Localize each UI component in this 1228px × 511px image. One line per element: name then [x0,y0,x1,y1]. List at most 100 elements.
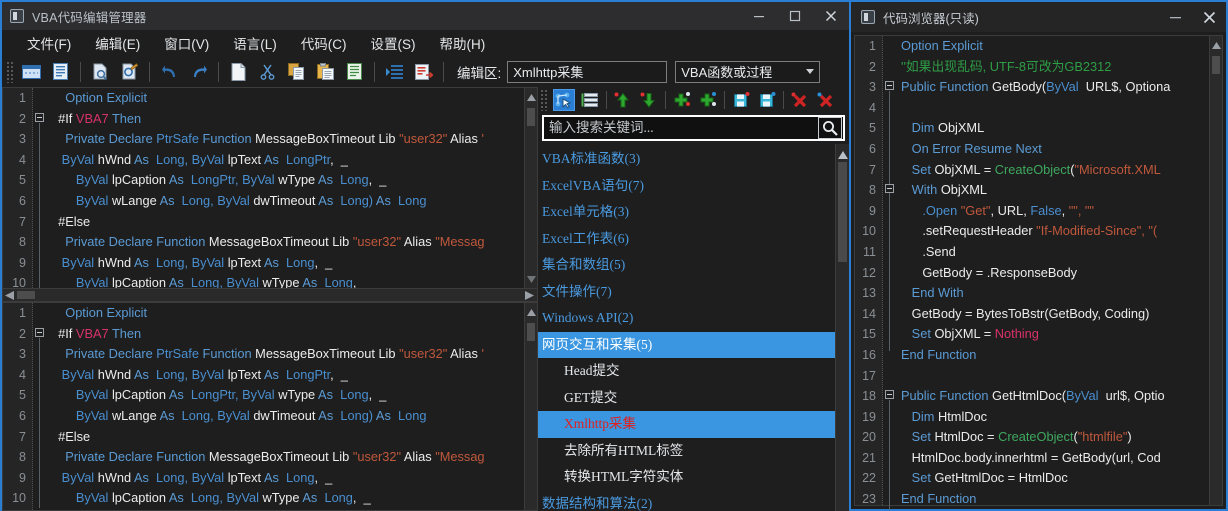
tree-category[interactable]: 文件操作(7) [538,279,835,306]
code-line[interactable]: End With [897,283,1209,304]
menu-settings[interactable]: 设置(S) [360,30,427,56]
tree-category[interactable]: Windows API(2) [538,305,835,332]
edit-doc-icon[interactable] [118,60,141,83]
fold-column-top[interactable] [33,88,47,288]
search-box[interactable] [542,115,845,141]
select-node-icon[interactable] [553,89,575,111]
code-line[interactable]: End Function [897,345,1209,366]
code-line[interactable]: ByVal wLange As Long, ByVal dwTimeout As… [47,191,524,212]
tree-category[interactable]: VBA标准函数(3) [538,146,835,173]
delete-all-icon[interactable] [815,89,837,111]
code-line[interactable]: Private Declare PtrSafe Function Message… [47,129,524,150]
code-line[interactable]: #If VBA7 Then [47,109,524,130]
scrollbar-thumb[interactable] [838,162,847,262]
code-line[interactable]: HtmlDoc.body.innerhtml = GetBody(url, Co… [897,448,1209,469]
code-line[interactable]: Set ObjXML = Nothing [897,324,1209,345]
minimize-button[interactable] [741,2,777,30]
fold-column-bottom[interactable] [33,303,47,510]
code-text-top[interactable]: Option Explicit #If VBA7 Then Private De… [47,88,524,288]
search-input[interactable] [544,117,818,139]
list-lines-icon[interactable] [579,89,601,111]
viewer-scrollbar[interactable] [1209,36,1222,505]
tree-scrollbar[interactable] [835,144,849,511]
vertical-scrollbar-bottom[interactable] [524,303,537,510]
code-text-bottom[interactable]: Option Explicit #If VBA7 Then Private De… [47,303,524,510]
code-line[interactable]: .Open "Get", URL, False, "", "" [897,201,1209,222]
code-line[interactable]: ByVal lpCaption As LongPtr, ByVal wType … [47,170,524,191]
code-line[interactable] [897,366,1209,387]
copy-icon[interactable] [285,60,308,83]
tree-category[interactable]: 数据结构和算法(2) [538,491,835,511]
code-line[interactable]: Private Declare PtrSafe Function Message… [47,344,524,365]
tree-category[interactable]: 网页交互和采集(5) [538,331,835,358]
code-line[interactable]: ByVal hWnd As Long, ByVal lpText As Long… [47,365,524,386]
viewer-code-text[interactable]: Option Explicit ''如果出现乱码, UTF-8可改为GB2312 P… [897,36,1209,505]
fold-toggle-icon[interactable] [35,328,44,337]
code-line[interactable]: Public Function GetHtmlDoc(ByVal url$, O… [897,386,1209,407]
scroll-up-icon[interactable] [1210,38,1223,52]
find-doc-icon[interactable] [89,60,112,83]
code-line[interactable]: GetBody = .ResponseBody [897,263,1209,284]
code-line[interactable]: .setRequestHeader "If-Modified-Since", "… [897,221,1209,242]
viewer-minimize-button[interactable] [1158,2,1192,32]
toolbar-grip[interactable] [6,60,14,83]
menu-file[interactable]: 文件(F) [16,30,82,56]
add-node-icon[interactable] [671,89,693,111]
search-button[interactable] [818,117,842,139]
code-line[interactable]: On Error Resume Next [897,139,1209,160]
scrollbar-thumb[interactable] [1212,56,1220,74]
move-up-icon[interactable] [612,89,634,111]
maximize-button[interactable] [777,2,813,30]
add-child-icon[interactable] [697,89,719,111]
code-line[interactable]: Option Explicit [47,88,524,109]
code-line[interactable]: Set ObjXML = CreateObject("Microsoft.XML [897,160,1209,181]
move-down-icon[interactable] [638,89,660,111]
viewer-close-button[interactable] [1192,2,1226,32]
menu-language[interactable]: 语言(L) [222,30,288,56]
code-line[interactable]: Public Function GetBody(ByVal URL$, Opti… [897,77,1209,98]
new-file-icon[interactable] [227,60,250,83]
code-line[interactable] [897,98,1209,119]
scroll-up-icon[interactable] [525,90,537,104]
scroll-down-icon[interactable] [525,272,537,286]
fold-toggle-icon[interactable] [885,390,894,399]
code-line[interactable]: Dim ObjXML [897,118,1209,139]
save-node-icon[interactable] [730,89,752,111]
scrollbar-thumb[interactable] [527,323,535,341]
code-line[interactable]: Option Explicit [897,36,1209,57]
close-button[interactable] [813,2,849,30]
scrollbar-thumb[interactable] [17,291,35,299]
code-line[interactable]: ByVal hWnd As Long, ByVal lpText As Long… [47,150,524,171]
code-line[interactable]: GetBody = BytesToBstr(GetBody, Coding) [897,304,1209,325]
scrollbar-thumb[interactable] [527,108,535,126]
code-line[interactable]: ByVal wLange As Long, ByVal dwTimeout As… [47,406,524,427]
fold-toggle-icon[interactable] [885,184,894,193]
viewer-fold-column[interactable] [883,36,897,510]
code-line[interactable]: #If VBA7 Then [47,324,524,345]
undo-icon[interactable] [158,60,181,83]
cut-icon[interactable] [256,60,279,83]
fold-toggle-icon[interactable] [35,113,44,122]
list-icon[interactable] [49,60,72,83]
export-icon[interactable] [412,60,435,83]
code-line[interactable]: Dim HtmlDoc [897,407,1209,428]
code-line[interactable]: Set HtmlDoc = CreateObject("htmlfile") [897,427,1209,448]
menu-help[interactable]: 帮助(H) [429,30,497,56]
code-line[interactable]: ByVal lpCaption As Long, ByVal wType As … [47,488,524,509]
tree-item[interactable]: Head提交 [538,358,835,385]
tree-toolbar-grip[interactable] [540,89,548,111]
fold-toggle-icon[interactable] [885,81,894,90]
code-line[interactable]: With ObjXML [897,180,1209,201]
edit-area-input[interactable] [507,60,668,83]
code-line[interactable]: ByVal lpCaption As LongPtr, ByVal wType … [47,385,524,406]
code-editor-top[interactable]: 1 2 3 4 5 6 7 8 9 10 Option Explicit #If VBA7 The… [2,87,538,302]
tree-category[interactable]: 集合和数组(5) [538,252,835,279]
save-all-icon[interactable] [756,89,778,111]
redo-icon[interactable] [187,60,210,83]
code-line[interactable]: Set GetHtmlDoc = HtmlDoc [897,468,1209,489]
tree-item[interactable]: 转换HTML字符实体 [538,464,835,491]
tree-category[interactable]: ExcelVBA语句(7) [538,173,835,200]
tree-category[interactable]: Excel单元格(3) [538,199,835,226]
tree-item[interactable]: 去除所有HTML标签 [538,438,835,465]
paste-icon[interactable] [314,60,337,83]
